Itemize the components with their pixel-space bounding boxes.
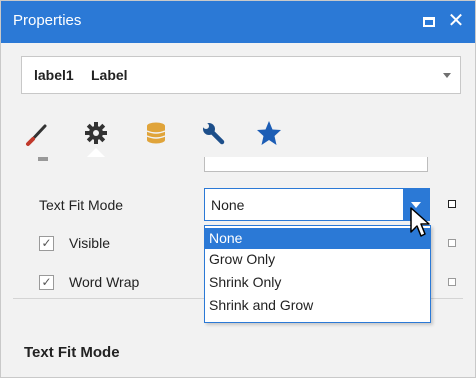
chevron-down-icon[interactable] bbox=[443, 73, 451, 78]
text-fit-mode-value: None bbox=[211, 197, 245, 213]
mouse-cursor-icon bbox=[410, 207, 430, 237]
text-fit-mode-options: None Grow Only Shrink Only Shrink and Gr… bbox=[204, 225, 431, 323]
option-grow-only[interactable]: Grow Only bbox=[205, 249, 430, 270]
gear-icon[interactable] bbox=[82, 119, 110, 147]
property-marker-icon[interactable] bbox=[448, 278, 456, 286]
text-fit-mode-select[interactable]: None bbox=[204, 188, 430, 221]
word-wrap-checkbox[interactable]: ✓ bbox=[39, 275, 54, 290]
properties-panel: Properties ✕ label1 Label Text Fit Mode … bbox=[0, 0, 476, 378]
word-wrap-label: Word Wrap bbox=[69, 274, 140, 290]
property-marker-icon[interactable] bbox=[448, 200, 456, 208]
star-icon[interactable] bbox=[255, 119, 283, 147]
partial-property-label bbox=[38, 157, 48, 161]
property-tabs bbox=[1, 109, 475, 157]
option-shrink-and-grow[interactable]: Shrink and Grow bbox=[205, 295, 430, 316]
visible-checkbox[interactable]: ✓ bbox=[39, 236, 54, 251]
visible-label: Visible bbox=[69, 235, 110, 251]
object-name: label1 bbox=[34, 67, 74, 83]
title-bar: Properties ✕ bbox=[1, 1, 475, 43]
panel-title: Properties bbox=[13, 12, 82, 29]
maximize-icon[interactable] bbox=[421, 14, 437, 30]
database-icon[interactable] bbox=[142, 119, 170, 147]
object-type: Label bbox=[91, 67, 128, 83]
active-tab-indicator bbox=[87, 148, 105, 157]
option-none[interactable]: None bbox=[205, 228, 430, 249]
property-marker-icon[interactable] bbox=[448, 239, 456, 247]
partial-property-field[interactable] bbox=[204, 157, 428, 172]
option-shrink-only[interactable]: Shrink Only bbox=[205, 272, 430, 293]
description-title: Text Fit Mode bbox=[24, 344, 120, 361]
brush-icon[interactable] bbox=[23, 119, 51, 147]
object-selector-combo[interactable]: label1 Label bbox=[21, 56, 461, 94]
wrench-icon[interactable] bbox=[199, 119, 227, 147]
close-icon[interactable]: ✕ bbox=[446, 10, 466, 32]
text-fit-mode-label: Text Fit Mode bbox=[39, 197, 124, 213]
